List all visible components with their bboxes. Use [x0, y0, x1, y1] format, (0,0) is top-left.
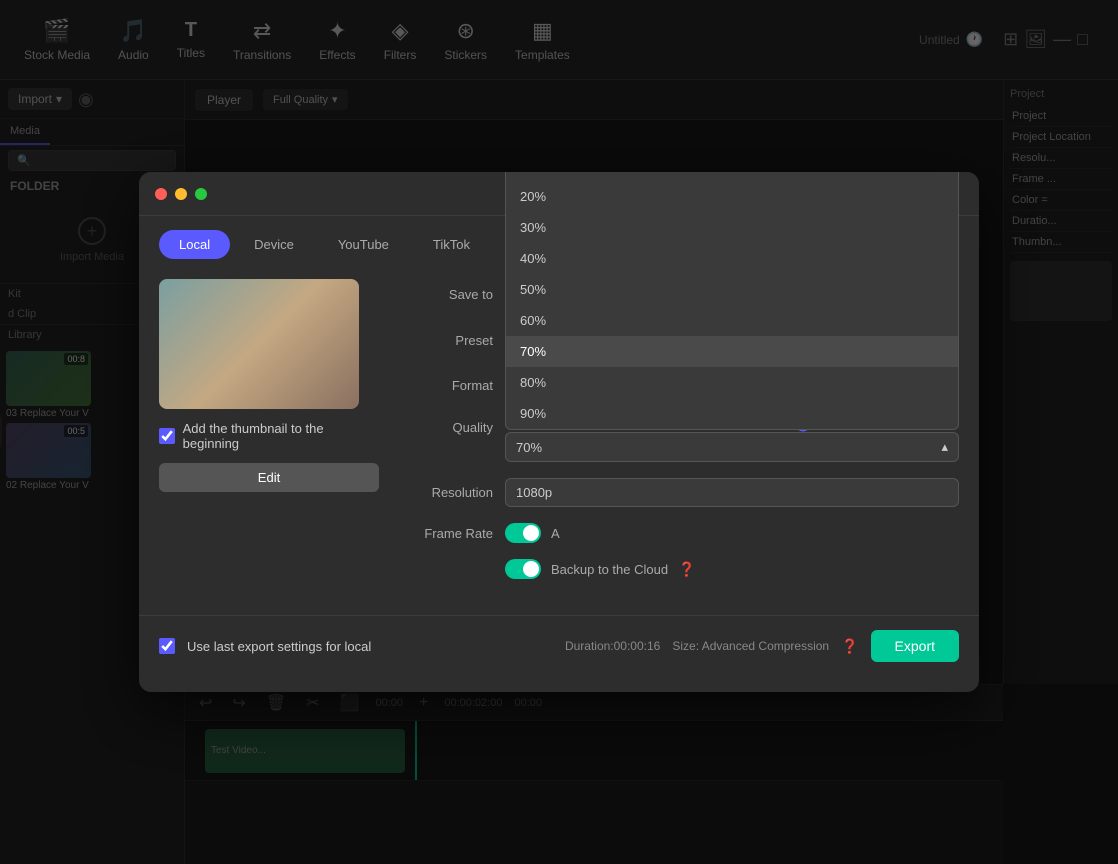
preset-label: Preset [403, 333, 493, 348]
dialog-overlay: Export Local Device YouTube TikTok Vimeo… [0, 0, 1118, 864]
quality-dropdown-value: 70% [516, 440, 542, 455]
quality-row: Quality Lower Higher 70% ▴ [403, 416, 959, 462]
last-settings-checkbox[interactable] [159, 638, 175, 654]
dialog-left-panel: Add the thumbnail to the beginning Edit [159, 279, 379, 595]
dropdown-item-40[interactable]: 40% [506, 243, 958, 274]
export-dialog: Export Local Device YouTube TikTok Vimeo… [139, 172, 979, 692]
resolution-value: 1080p [516, 485, 552, 500]
frame-rate-row: Frame Rate A [403, 523, 959, 543]
last-settings-label: Use last export settings for local [187, 639, 371, 654]
size-help-icon[interactable]: ❓ [841, 638, 858, 655]
dropdown-item-70[interactable]: 70% [506, 336, 958, 367]
thumbnail-checkbox-row: Add the thumbnail to the beginning [159, 421, 379, 451]
dropdown-item-80[interactable]: 80% [506, 367, 958, 398]
toggle-label: A [551, 526, 560, 541]
backup-help-icon[interactable]: ❓ [678, 561, 695, 578]
format-label: Format [403, 378, 493, 393]
quality-dropdown-menu: 10% 20% 30% 40% 50% 60% 70% 80% 90% [505, 172, 959, 430]
backup-toggle[interactable] [505, 559, 541, 579]
dropdown-item-20[interactable]: 20% [506, 181, 958, 212]
thumbnail-checkbox[interactable] [159, 428, 175, 444]
tab-local[interactable]: Local [159, 230, 230, 259]
quality-controls: Lower Higher 70% ▴ 10% [505, 416, 959, 462]
save-to-label: Save to [403, 287, 493, 302]
frame-rate-label: Frame Rate [403, 526, 493, 541]
dropdown-item-30[interactable]: 30% [506, 212, 958, 243]
frame-rate-controls: A [505, 523, 959, 543]
dropdown-item-50[interactable]: 50% [506, 274, 958, 305]
edit-button[interactable]: Edit [159, 463, 379, 492]
backup-label: Backup to the Cloud [551, 562, 668, 577]
quality-dropdown-trigger[interactable]: 70% ▴ [505, 432, 959, 462]
frame-rate-toggle[interactable] [505, 523, 541, 543]
quality-label: Quality [403, 416, 493, 435]
thumbnail-image [159, 279, 359, 409]
tab-tiktok[interactable]: TikTok [413, 230, 490, 259]
dialog-body: Add the thumbnail to the beginning Edit … [139, 259, 979, 615]
quality-dropdown-container: 70% ▴ 10% 20% 30% 40% 50% 60% 70% [505, 432, 959, 462]
backup-row: Backup to the Cloud ❓ [403, 559, 959, 579]
duration-info: Duration:00:00:16 [565, 639, 660, 653]
tab-device[interactable]: Device [234, 230, 314, 259]
dropdown-item-60[interactable]: 60% [506, 305, 958, 336]
dialog-right-panel: Save to /Users/ws/Movies/Wonder 📁 Preset… [403, 279, 959, 595]
thumbnail-checkbox-label: Add the thumbnail to the beginning [183, 421, 379, 451]
dropdown-item-90[interactable]: 90% [506, 398, 958, 429]
resolution-input[interactable]: 1080p [505, 478, 959, 507]
thumbnail-preview [159, 279, 359, 409]
dropdown-item-10[interactable]: 10% [506, 172, 958, 181]
size-info: Size: Advanced Compression [672, 639, 829, 653]
minimize-button[interactable] [175, 188, 187, 200]
chevron-up-icon: ▴ [941, 439, 948, 455]
resolution-label: Resolution [403, 485, 493, 500]
tab-youtube[interactable]: YouTube [318, 230, 409, 259]
dialog-footer: Use last export settings for local Durat… [139, 615, 979, 676]
maximize-button[interactable] [195, 188, 207, 200]
close-button[interactable] [155, 188, 167, 200]
resolution-row: Resolution 1080p [403, 478, 959, 507]
export-button[interactable]: Export [871, 630, 959, 662]
backup-controls: Backup to the Cloud ❓ [505, 559, 696, 579]
